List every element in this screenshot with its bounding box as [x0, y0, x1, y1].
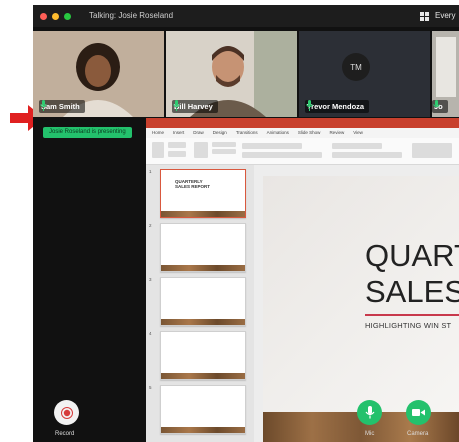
video-tile-trevor-mendoza[interactable]: TM Trevor Mendoza [299, 31, 430, 117]
wood-strip [161, 265, 245, 271]
mic-label: Mic [365, 431, 375, 437]
record-button[interactable] [54, 400, 79, 425]
ribbon-button[interactable] [194, 142, 208, 158]
video-tile-sam-smith[interactable]: Sam Smith [33, 31, 164, 117]
presenting-banner: Josie Roseland is presenting [43, 127, 132, 138]
tab-insert[interactable]: Insert [173, 128, 184, 138]
tab-view[interactable]: View [353, 128, 363, 138]
tab-slide-show[interactable]: Slide Show [298, 128, 321, 138]
grid-view-icon[interactable] [420, 12, 430, 21]
participant-name: Trevor Mendoza [307, 102, 365, 111]
participant-name-bar: Bill Harvey [172, 100, 218, 113]
meeting-window: Talking: Josie Roseland Every Sam Smith [33, 5, 459, 442]
tab-home[interactable]: Home [152, 128, 164, 138]
slide-thumbnail-panel: 1 QUARTERLY SALES REPORT 2 3 4 5 [146, 165, 254, 442]
view-mode-label[interactable]: Every [435, 11, 455, 20]
slide-thumbnail-1[interactable]: QUARTERLY SALES REPORT [160, 169, 246, 218]
tab-review[interactable]: Review [329, 128, 344, 138]
mic-icon [173, 100, 180, 111]
zoom-dot[interactable] [64, 13, 71, 20]
title-divider [365, 314, 459, 316]
ribbon-button[interactable] [332, 143, 382, 149]
wood-strip [161, 319, 245, 325]
ribbon-toolbar [146, 138, 459, 165]
ribbon-button[interactable] [212, 142, 236, 147]
camera-label: Camera [407, 431, 429, 437]
slide-thumbnail-2[interactable] [160, 223, 246, 272]
ribbon-button[interactable] [168, 142, 186, 148]
slide-number: 5 [149, 385, 152, 390]
window-title: Talking: Josie Roseland [89, 11, 174, 20]
slide-thumbnail-3[interactable] [160, 277, 246, 326]
mic-icon [365, 406, 374, 419]
record-label: Record [55, 431, 75, 437]
slide-title: QUART SALES [365, 238, 459, 310]
ribbon-button[interactable] [152, 142, 164, 158]
slide-number: 2 [149, 223, 152, 228]
powerpoint-titlebar [146, 118, 459, 128]
slide-thumbnail-4[interactable] [160, 331, 246, 380]
camera-button[interactable] [406, 400, 431, 425]
participant-name-bar: Jo [432, 100, 448, 113]
wood-strip [161, 211, 245, 217]
ribbon-button[interactable] [242, 143, 302, 149]
video-tile-jo[interactable]: Jo [432, 31, 459, 117]
slide-number: 1 [149, 169, 152, 174]
slide-number: 4 [149, 331, 152, 336]
close-dot[interactable] [40, 13, 47, 20]
slide-thumbnail-5[interactable] [160, 385, 246, 434]
video-tile-bill-harvey[interactable]: Bill Harvey [166, 31, 297, 117]
wood-strip [161, 373, 245, 379]
participant-name-bar: Trevor Mendoza [305, 100, 370, 113]
mic-button[interactable] [357, 400, 382, 425]
mic-icon [40, 100, 47, 111]
ribbon-button[interactable] [332, 152, 402, 158]
ribbon-button[interactable] [242, 152, 322, 158]
avatar: TM [342, 53, 370, 81]
slide-subtitle: HIGHLIGHTING WIN ST [365, 321, 452, 330]
mic-icon [306, 100, 313, 111]
title-bar: Talking: Josie Roseland Every [33, 5, 459, 27]
participant-name-bar: Sam Smith [39, 100, 85, 113]
slide-number: 3 [149, 277, 152, 282]
ribbon-button[interactable] [212, 149, 236, 154]
thumbnail-title: QUARTERLY SALES REPORT [175, 179, 211, 189]
participant-strip: Sam Smith Bill Harvey TM Trevor Mendoza … [33, 27, 459, 119]
ribbon-tabs: Home Insert Draw Design Transitions Anim… [146, 128, 459, 138]
wood-strip [161, 427, 245, 433]
tab-transitions[interactable]: Transitions [236, 128, 258, 138]
slide-title-line-1: QUART [365, 238, 459, 273]
tab-draw[interactable]: Draw [193, 128, 204, 138]
ribbon-button[interactable] [168, 151, 186, 157]
slide-title-line-2: SALES [365, 274, 459, 309]
camera-icon [412, 409, 425, 416]
tab-design[interactable]: Design [213, 128, 227, 138]
mic-icon [433, 100, 440, 108]
minimize-dot[interactable] [52, 13, 59, 20]
tab-animations[interactable]: Animations [267, 128, 289, 138]
ribbon-button[interactable] [412, 143, 452, 158]
record-icon [60, 406, 73, 419]
